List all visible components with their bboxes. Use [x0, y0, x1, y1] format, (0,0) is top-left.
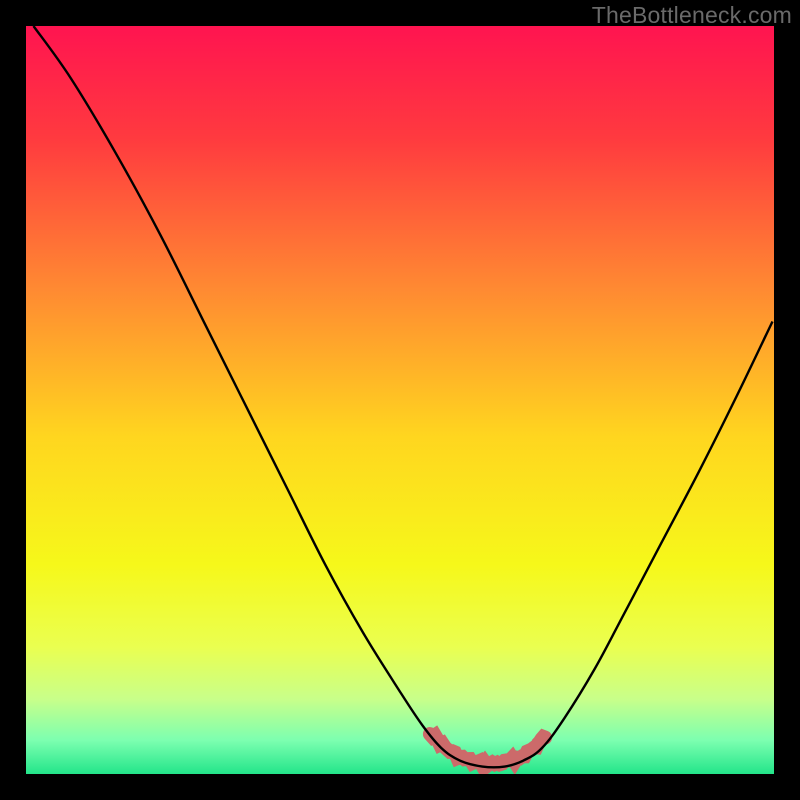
chart-svg — [26, 26, 774, 774]
gradient-background — [26, 26, 774, 774]
watermark-text: TheBottleneck.com — [592, 2, 792, 29]
chart-frame — [26, 26, 774, 774]
